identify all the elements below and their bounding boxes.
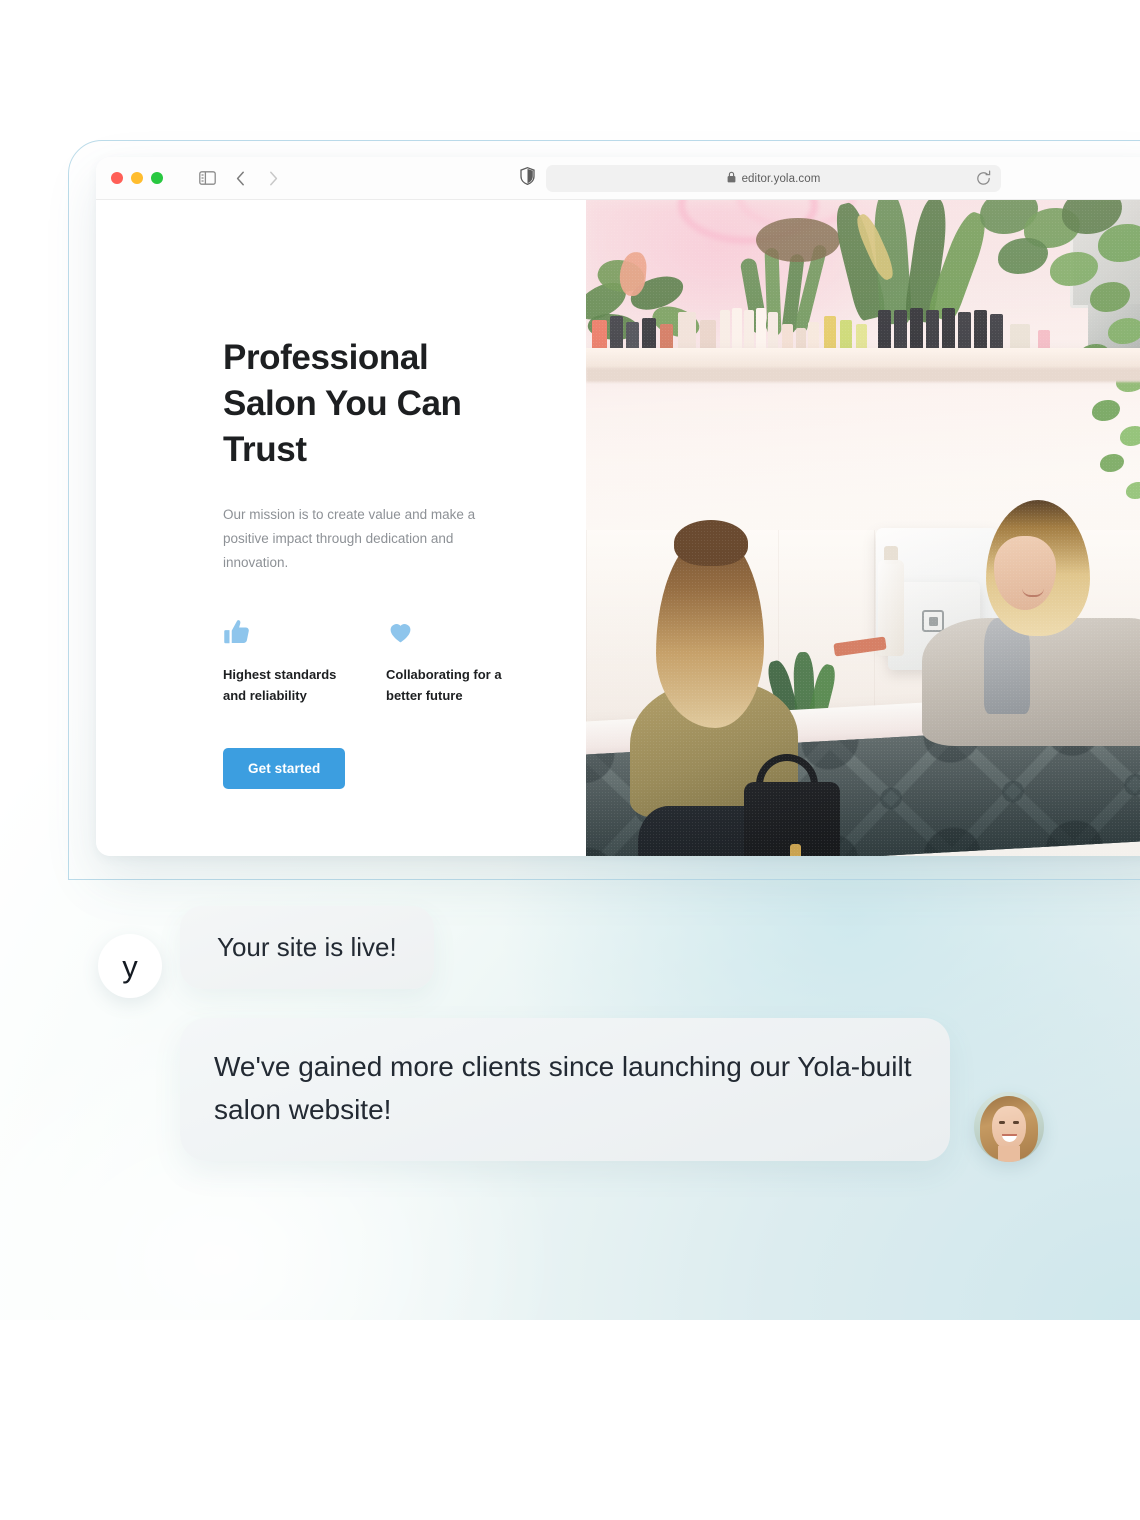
chat-message-bubble: We've gained more clients since launchin… — [180, 1018, 950, 1162]
website-viewport: Professional Salon You Can Trust Our mis… — [96, 200, 1140, 856]
privacy-shield-icon[interactable] — [520, 167, 542, 189]
minimize-window-button[interactable] — [131, 172, 143, 184]
close-window-button[interactable] — [111, 172, 123, 184]
heart-icon — [386, 617, 549, 647]
lock-icon — [727, 170, 736, 188]
feature-item: Collaborating for a better future — [386, 617, 549, 708]
hero-text-column: Professional Salon You Can Trust Our mis… — [96, 200, 586, 856]
chat-message-bubble: Your site is live! — [180, 906, 434, 989]
back-button[interactable] — [227, 166, 253, 190]
feature-label: Highest standards and reliability — [223, 666, 337, 704]
get-started-button[interactable]: Get started — [223, 748, 346, 790]
yola-logo-letter: y — [122, 948, 138, 984]
thumbs-up-icon — [223, 617, 386, 647]
feature-label: Collaborating for a better future — [386, 666, 502, 704]
navigation-controls — [194, 166, 286, 190]
hero-image — [586, 200, 1140, 856]
page-title: Professional Salon You Can Trust — [223, 338, 462, 470]
feature-item: Highest standards and reliability — [223, 617, 386, 708]
address-bar-content: editor.yola.com — [727, 170, 821, 188]
client-avatar — [974, 1092, 1044, 1162]
browser-window: editor.yola.com Professional Salon You C… — [96, 157, 1140, 856]
yola-brand-avatar: y — [98, 934, 162, 998]
reload-icon[interactable] — [975, 170, 992, 187]
address-bar-url: editor.yola.com — [741, 172, 821, 185]
browser-toolbar: editor.yola.com — [96, 157, 1140, 200]
maximize-window-button[interactable] — [151, 172, 163, 184]
feature-list: Highest standards and reliability Collab… — [223, 617, 586, 708]
address-bar[interactable]: editor.yola.com — [546, 165, 1001, 192]
window-controls — [111, 172, 163, 184]
forward-button[interactable] — [260, 166, 286, 190]
sidebar-toggle-icon[interactable] — [194, 166, 220, 190]
hero-subtitle: Our mission is to create value and make … — [223, 506, 476, 570]
